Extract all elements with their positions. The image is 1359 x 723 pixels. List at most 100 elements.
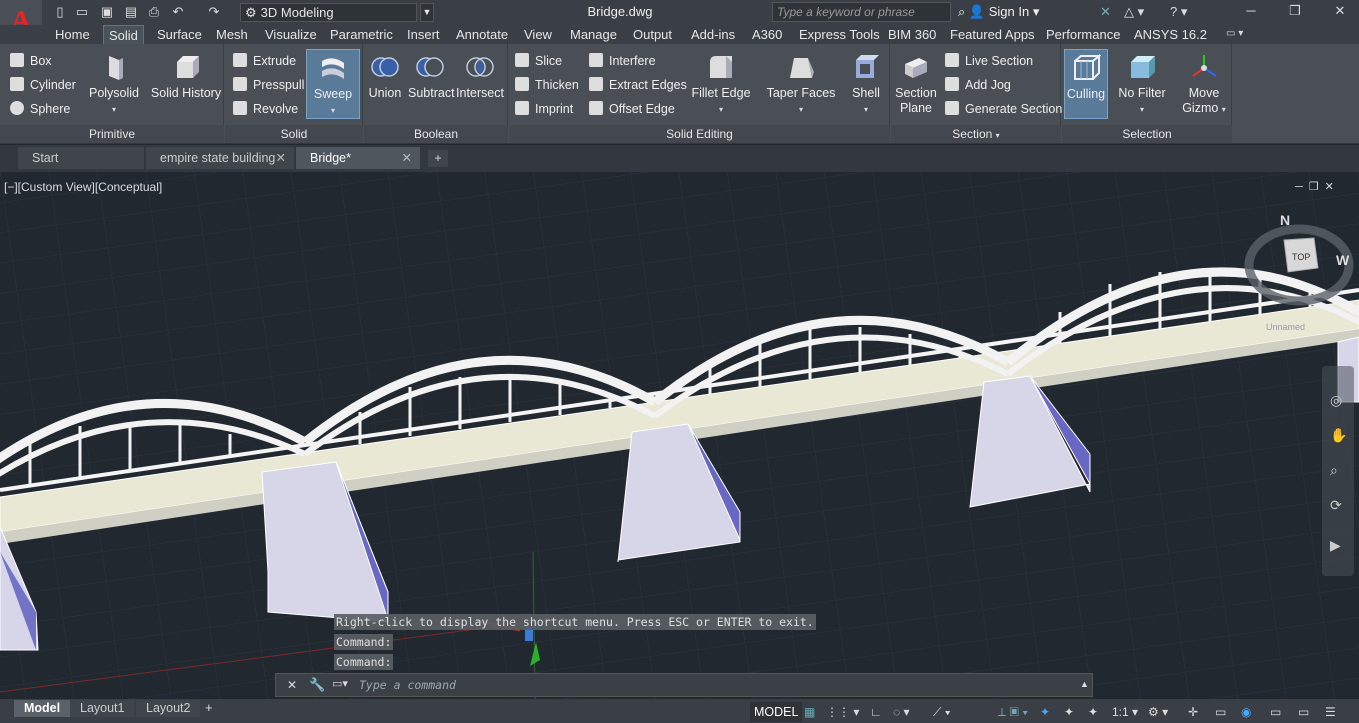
tab-home[interactable]: Home [50,25,95,44]
taper-faces-button[interactable]: Taper Faces ▾ [766,52,836,117]
tab-add-ins[interactable]: Add-ins [686,25,740,44]
add-layout-button[interactable]: + [205,700,213,715]
autoscale-icon[interactable]: ✦ [1064,703,1074,721]
redo-icon[interactable]: ↷ [206,4,222,20]
layout-tab-layout1[interactable]: Layout1 [70,700,135,717]
model-space-button[interactable]: MODEL [750,702,803,722]
culling-button[interactable]: Culling [1064,49,1108,119]
print-icon[interactable]: ⎙ [146,4,162,20]
slice-button[interactable]: Slice [515,53,562,69]
osnap-icon[interactable]: ⟋ ▾ [933,703,951,721]
command-input[interactable]: Type a command [359,677,1059,693]
quick-access-dropdown[interactable]: ▼ [420,3,434,22]
gear-icon[interactable]: ⚙ ▾ [1148,703,1168,721]
extract-edges-button[interactable]: Extract Edges [589,77,687,93]
panel-title-section[interactable]: Section ▾ [891,125,1061,143]
clean-screen-icon[interactable]: ▭ [1270,703,1281,721]
new-icon[interactable]: ▯ [52,4,68,20]
open-icon[interactable]: ▭ [74,4,90,20]
minimize-icon[interactable]: ─ [1236,3,1266,21]
orbit-icon[interactable]: ⟳ [1330,497,1342,514]
polysolid-button[interactable]: Polysolid ▾ [88,52,140,117]
move-gizmo-button[interactable]: Move Gizmo ▾ [1180,52,1228,117]
tab-featured-apps[interactable]: Featured Apps [945,25,1040,44]
units-icon[interactable]: ▭ [1298,703,1309,721]
wrench-icon[interactable]: 🔧 [309,677,325,693]
sweep-button[interactable]: Sweep ▾ [306,49,360,119]
generate-section-button[interactable]: Generate Section [945,101,1062,117]
exchange-icon[interactable]: ✕ [1100,4,1111,20]
ortho-icon[interactable]: ∟ [870,703,882,721]
undo-icon[interactable]: ↶ [170,4,186,20]
sphere-button[interactable]: Sphere [10,101,70,117]
dynamic-ucs-icon[interactable]: ⟂ ▣ ▾ [998,703,1028,721]
presspull-button[interactable]: Presspull [233,77,304,93]
imprint-button[interactable]: Imprint [515,101,573,117]
ucs-menu[interactable]: Unnamed [1266,322,1305,332]
crosshair-icon[interactable]: ✛ [1188,703,1198,721]
file-tab-start[interactable]: Start [18,147,144,169]
subtract-button[interactable]: Subtract [408,52,455,101]
grid-icon[interactable]: ▦ [804,703,815,721]
close-icon[interactable]: ✕ [1325,3,1355,21]
viewport-window-controls[interactable]: ─❐✕ [1295,180,1340,193]
add-jog-button[interactable]: Add Jog [945,77,1011,93]
tab-view[interactable]: View [519,25,557,44]
tab-mesh[interactable]: Mesh [211,25,253,44]
viewcube[interactable]: N W TOP Unnamed [1244,210,1354,340]
annotation-scale-value[interactable]: 1:1 ▾ [1112,703,1138,721]
customization-icon[interactable]: ☰ [1325,703,1336,721]
annotation-visibility-icon[interactable]: ✦ [1040,703,1050,721]
fillet-edge-button[interactable]: Fillet Edge ▾ [690,52,752,117]
viewcube-top-face[interactable]: TOP [1292,252,1310,262]
file-tab-bridge[interactable]: Bridge* ✕ [296,147,420,169]
tab-a360[interactable]: A360 [747,25,787,44]
thicken-button[interactable]: Thicken [515,77,579,93]
a360-icon[interactable]: △ ▾ [1124,4,1144,20]
restore-icon[interactable]: ❐ [1280,3,1310,21]
showmotion-icon[interactable]: ▶ [1330,537,1341,554]
hardware-acceleration-icon[interactable]: ◉ [1241,703,1251,721]
union-button[interactable]: Union [366,52,404,101]
recent-commands-icon[interactable]: ▭▾ [332,677,348,690]
no-filter-button[interactable]: No Filter ▾ [1114,52,1170,117]
close-icon[interactable]: ✕ [287,678,297,692]
ribbon-options-icon[interactable]: ▭ ▾ [1226,28,1243,39]
live-section-button[interactable]: Live Section [945,53,1033,69]
interfere-button[interactable]: Interfere [589,53,656,69]
tab-insert[interactable]: Insert [402,25,445,44]
zoom-icon[interactable]: ⌕ [1330,462,1338,479]
help-icon[interactable]: ? ▾ [1170,4,1187,20]
tab-surface[interactable]: Surface [152,25,207,44]
tab-annotate[interactable]: Annotate [451,25,513,44]
layout-tab-layout2[interactable]: Layout2 [136,700,201,717]
tab-parametric[interactable]: Parametric [325,25,398,44]
tab-express-tools[interactable]: Express Tools [794,25,885,44]
tab-visualize[interactable]: Visualize [260,25,322,44]
section-plane-button[interactable]: Section Plane [893,52,939,116]
box-button[interactable]: Box [10,53,52,69]
annotation-scale-icon[interactable]: ✦ [1088,703,1098,721]
file-tab-empire-state-building[interactable]: empire state building ✕ [146,147,294,169]
isolate-objects-icon[interactable]: ▭ [1215,703,1226,721]
steering-wheel-icon[interactable]: ◎ [1330,392,1342,409]
search-input[interactable]: Type a keyword or phrase [772,2,951,22]
tab-performance[interactable]: Performance [1041,25,1125,44]
workspace-select[interactable]: ⚙ 3D Modeling [240,3,417,22]
new-tab-button[interactable]: + [428,150,448,167]
offset-edge-button[interactable]: Offset Edge [589,101,675,117]
tab-bim-360[interactable]: BIM 360 [883,25,941,44]
snap-icon[interactable]: ⋮⋮ ▾ [826,703,859,721]
chevron-up-icon[interactable]: ▲ [1080,679,1089,689]
close-icon[interactable]: ✕ [402,147,412,169]
tab-solid[interactable]: Solid [103,25,144,44]
layout-tab-model[interactable]: Model [14,700,71,717]
polar-icon[interactable]: ◌ ▾ [893,703,910,721]
save-icon[interactable]: ▣ [99,4,115,20]
pan-icon[interactable]: ✋ [1330,427,1347,444]
tab-output[interactable]: Output [628,25,677,44]
shell-button[interactable]: Shell ▾ [846,52,886,117]
tab-ansys[interactable]: ANSYS 16.2 [1129,25,1212,44]
saveas-icon[interactable]: ▤ [123,4,139,20]
viewport-controls-label[interactable]: [−][Custom View][Conceptual] [4,180,162,194]
